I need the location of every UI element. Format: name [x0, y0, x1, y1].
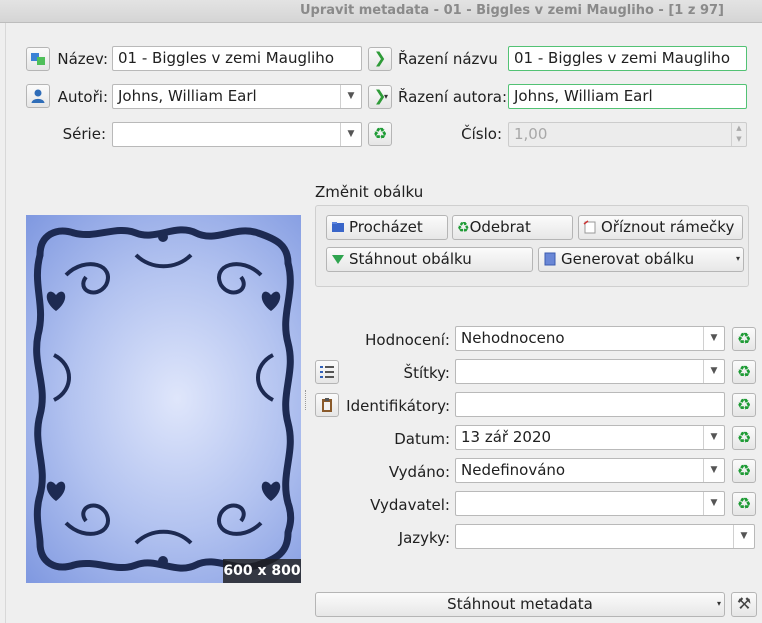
chevron-down-icon[interactable]: ▼: [703, 360, 724, 383]
rating-label: Hodnocení:: [365, 331, 450, 349]
clear-rating-button[interactable]: ♻: [732, 327, 756, 351]
publisher-label: Vydavatel:: [370, 496, 450, 514]
date-combo[interactable]: 13 zář 2020 ▼: [455, 425, 725, 450]
dropdown-indicator-icon: ▾: [735, 254, 740, 263]
clear-identifiers-button[interactable]: ♻: [732, 393, 756, 417]
generate-cover-label: Generovat obálku: [561, 250, 695, 268]
author-sort-label: Řazení autora:: [398, 88, 507, 106]
series-number-value: 1,00: [514, 125, 548, 143]
trim-cover-button[interactable]: Oříznout rámečky: [578, 215, 743, 240]
swap-icon: [31, 53, 45, 65]
chevron-down-icon[interactable]: ▼: [703, 327, 724, 350]
spin-arrows-icon[interactable]: ▲ ▼: [731, 123, 746, 146]
remove-label: Odebrat: [469, 218, 531, 236]
author-sort-input[interactable]: Johns, William Earl: [508, 84, 747, 109]
recycle-icon: ♻: [736, 494, 752, 513]
languages-combo[interactable]: ▼: [455, 524, 755, 549]
edit-identifiers-button[interactable]: [315, 393, 339, 417]
ornamental-frame: [33, 226, 295, 572]
window-title: Upravit metadata - 01 - Biggles v zemi M…: [300, 3, 724, 18]
series-number-label: Číslo:: [461, 125, 502, 143]
series-label: Série:: [62, 125, 106, 143]
recycle-icon: ♻: [736, 428, 752, 447]
published-value: Nedefinováno: [461, 461, 566, 479]
clear-series-button[interactable]: ♻: [368, 122, 392, 146]
tags-label: Štítky:: [403, 364, 450, 382]
cover-image[interactable]: 600 x 800: [26, 215, 301, 583]
publisher-combo[interactable]: ▼: [455, 491, 725, 516]
browse-label: Procházet: [349, 218, 423, 236]
recycle-icon: ♻: [372, 124, 388, 143]
configure-download-button[interactable]: ⚒: [731, 592, 757, 617]
chevron-down-icon[interactable]: ▼: [340, 85, 361, 108]
download-metadata-label: Stáhnout metadata: [447, 595, 593, 613]
published-combo[interactable]: Nedefinováno ▼: [455, 458, 725, 483]
clear-date-button[interactable]: ♻: [732, 426, 756, 450]
recycle-icon: ♻: [736, 395, 752, 414]
clipboard-icon: [322, 398, 332, 412]
chevron-down-icon[interactable]: ▼: [340, 123, 361, 146]
recycle-icon: ♻: [736, 362, 752, 381]
date-label: Datum:: [394, 430, 450, 448]
authors-label: Autoři:: [57, 88, 108, 106]
rating-value: Nehodnoceno: [461, 329, 565, 347]
clear-publisher-button[interactable]: ♻: [732, 492, 756, 516]
browse-cover-button[interactable]: Procházet: [326, 215, 448, 240]
dropdown-indicator-icon: ▾: [383, 92, 388, 101]
identifiers-input[interactable]: [455, 392, 725, 417]
title-sort-label: Řazení názvu: [398, 50, 498, 68]
window-left-edge: [0, 23, 6, 623]
trim-icon: [583, 220, 596, 234]
tools-icon: ⚒: [736, 594, 752, 613]
splitter-handle[interactable]: [305, 390, 308, 410]
title-sort-input[interactable]: 01 - Biggles v zemi Maugliho: [508, 46, 747, 71]
rating-combo[interactable]: Nehodnoceno ▼: [455, 326, 725, 351]
chevron-down-icon[interactable]: ▼: [703, 492, 724, 515]
published-label: Vydáno:: [388, 463, 450, 481]
download-cover-label: Stáhnout obálku: [349, 250, 472, 268]
download-cover-button[interactable]: Stáhnout obálku: [326, 247, 533, 272]
clear-published-button[interactable]: ♻: [732, 459, 756, 483]
tags-combo[interactable]: ▼: [455, 359, 725, 384]
swap-title-author-button[interactable]: [26, 47, 50, 71]
change-cover-title: Změnit obálku: [315, 183, 424, 201]
date-value: 13 zář 2020: [461, 428, 552, 446]
chevron-down-icon[interactable]: ▼: [703, 426, 724, 449]
recycle-icon: ♻: [736, 329, 752, 348]
clear-tags-button[interactable]: ♻: [732, 360, 756, 384]
generate-cover-button[interactable]: Generovat obálku ▾: [538, 247, 744, 272]
list-icon: [320, 366, 334, 378]
languages-label: Jazyky:: [398, 529, 450, 547]
person-icon: [31, 89, 45, 103]
folder-icon: [332, 222, 344, 232]
chevron-down-icon[interactable]: ▼: [733, 525, 754, 548]
recycle-icon: ♻: [457, 220, 470, 236]
copy-author-sort-button[interactable]: ❯ ▾: [368, 85, 392, 109]
arrow-right-icon: ❯: [373, 49, 387, 67]
recycle-icon: ♻: [736, 461, 752, 480]
series-combo[interactable]: ▼: [112, 122, 362, 147]
download-arrow-icon: [332, 255, 344, 264]
dropdown-indicator-icon: ▾: [716, 599, 721, 608]
remove-cover-button[interactable]: ♻Odebrat: [452, 215, 573, 240]
authors-value: Johns, William Earl: [118, 87, 257, 105]
edit-tags-button[interactable]: [315, 360, 339, 384]
download-metadata-button[interactable]: Stáhnout metadata ▾: [315, 592, 725, 617]
copy-title-sort-button[interactable]: ❯: [368, 47, 392, 71]
series-number-spinbox[interactable]: 1,00 ▲ ▼: [508, 122, 747, 147]
title-input[interactable]: 01 - Biggles v zemi Maugliho: [112, 46, 362, 71]
identifiers-label: Identifikátory:: [346, 397, 450, 415]
book-icon: [544, 252, 556, 266]
trim-label: Oříznout rámečky: [601, 218, 735, 236]
title-label: Název:: [57, 50, 108, 68]
chevron-down-icon[interactable]: ▼: [703, 459, 724, 482]
manage-authors-button[interactable]: [26, 84, 50, 108]
authors-combo[interactable]: Johns, William Earl ▼: [112, 84, 362, 109]
window-titlebar: Upravit metadata - 01 - Biggles v zemi M…: [0, 0, 762, 23]
cover-size-badge: 600 x 800: [223, 559, 301, 583]
